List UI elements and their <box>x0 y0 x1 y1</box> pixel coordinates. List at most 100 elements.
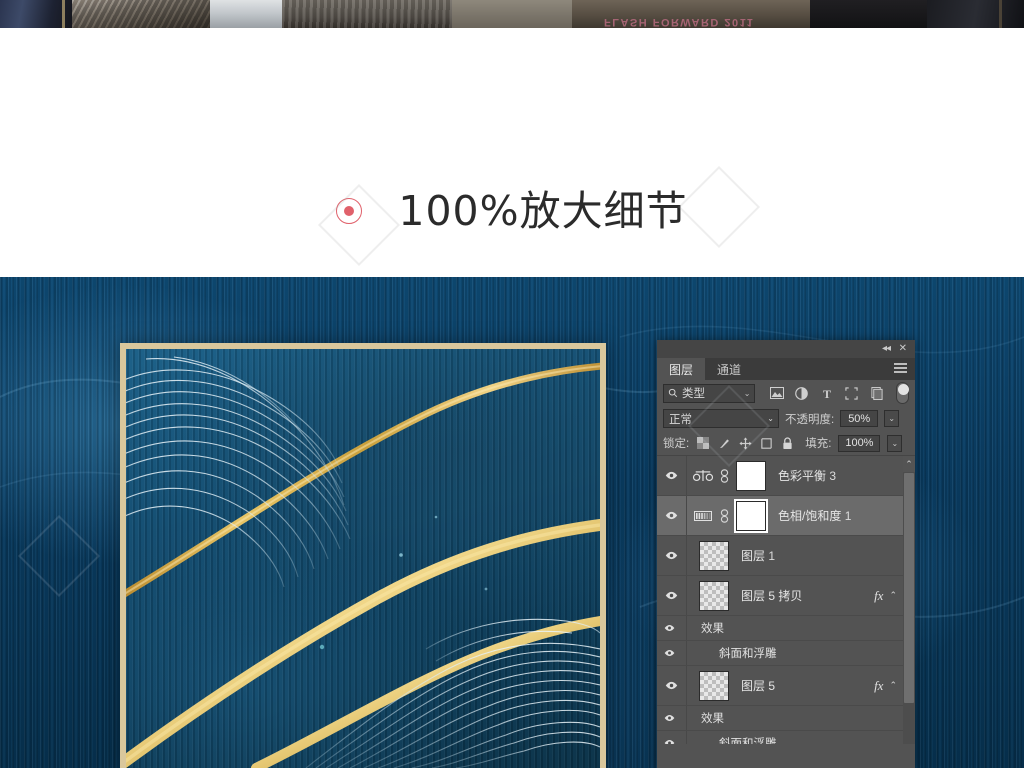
chevron-up-icon[interactable]: ⌃ <box>889 590 897 601</box>
canvas-artwork-strokes <box>126 356 600 768</box>
shape-layer-filter-icon[interactable] <box>844 386 859 401</box>
adjustment-layer-filter-icon[interactable] <box>794 386 809 401</box>
eye-icon <box>665 511 678 520</box>
chevron-up-icon[interactable]: ⌃ <box>903 456 915 472</box>
list-item[interactable]: 效果 <box>657 616 915 641</box>
effect-label: 斜面和浮雕 <box>719 738 777 744</box>
layer-visibility-toggle[interactable] <box>657 576 687 615</box>
opacity-label: 不透明度: <box>785 413 835 426</box>
chevron-up-icon[interactable]: ⌃ <box>889 680 897 691</box>
hamburger-menu-icon[interactable] <box>894 363 907 374</box>
photoshop-layers-panel[interactable]: ◂◂ ✕ 图层 通道 类型 ⌄ T 正常 ⌄ 不透明度: 50% ⌄ 锁定: 填… <box>657 340 915 768</box>
layer-visibility-toggle[interactable] <box>657 666 687 705</box>
effect-visibility-toggle[interactable] <box>657 731 687 744</box>
chevron-down-icon: ⌄ <box>767 414 774 423</box>
eye-icon <box>665 681 678 690</box>
target-dot-icon <box>336 198 363 224</box>
product-detail-page: FLASH FORWARD 2011 100%放大细节 ◂◂ ✕ 图层 通道 类… <box>0 0 1024 768</box>
artwork-detail-area: ◂◂ ✕ 图层 通道 类型 ⌄ T 正常 ⌄ 不透明度: 50% ⌄ 锁定: 填… <box>0 277 1024 768</box>
fill-input[interactable]: 100% <box>838 434 881 452</box>
filter-icon-group: T <box>769 386 884 401</box>
table-row[interactable]: 图层 1 <box>657 536 915 576</box>
list-item[interactable]: 斜面和浮雕 <box>657 641 915 666</box>
table-row[interactable]: 图层 5 fx ⌃ <box>657 666 915 706</box>
link-mask-icon[interactable] <box>718 508 730 523</box>
fx-icon: fx <box>874 587 884 603</box>
layer-thumbnail[interactable] <box>699 670 729 701</box>
tab-channels[interactable]: 通道 <box>705 358 753 380</box>
scrollbar-thumb[interactable] <box>904 473 914 703</box>
fx-icon: fx <box>874 677 884 693</box>
filter-type-select[interactable]: 类型 ⌄ <box>663 383 756 403</box>
effect-group-label: 效果 <box>701 623 724 635</box>
layer-thumbnail[interactable] <box>699 540 729 571</box>
eye-icon <box>664 714 674 722</box>
filter-enable-toggle[interactable] <box>896 382 910 404</box>
tab-layers[interactable]: 图层 <box>657 358 706 380</box>
eye-icon <box>664 649 674 657</box>
layer-visibility-toggle[interactable] <box>657 456 687 495</box>
fill-chevron-icon[interactable]: ⌄ <box>887 434 903 452</box>
layer-visibility-toggle[interactable] <box>657 496 687 535</box>
photo-segment-stone <box>72 0 210 28</box>
blend-mode-value: 正常 <box>669 413 692 426</box>
photo-segment-shadow <box>810 0 927 28</box>
layer-name: 色彩平衡 3 <box>778 469 837 483</box>
hue-saturation-gradient-icon <box>691 510 715 522</box>
table-row[interactable]: 色彩平衡 3 <box>657 456 915 496</box>
blend-mode-row: 正常 ⌄ 不透明度: 50% ⌄ <box>657 406 915 431</box>
list-item[interactable]: 效果 <box>657 706 915 731</box>
artwork-frame <box>120 343 606 768</box>
eye-icon <box>665 471 678 480</box>
photo-segment-mid <box>452 0 572 28</box>
artwork-canvas <box>126 349 600 768</box>
photo-segment-column <box>210 0 282 28</box>
layers-list[interactable]: 色彩平衡 3 色相/饱和度 1 图层 1 图层 5 拷贝 fx ⌃ 效果 斜面和… <box>657 455 915 744</box>
eye-icon <box>664 739 674 744</box>
effect-visibility-toggle[interactable] <box>657 641 687 665</box>
lock-all-icon[interactable] <box>780 436 794 450</box>
close-icon[interactable]: ✕ <box>899 343 907 355</box>
table-row[interactable]: 色相/饱和度 1 <box>657 496 915 536</box>
type-layer-filter-icon[interactable]: T <box>819 386 834 401</box>
link-mask-icon[interactable] <box>718 468 730 483</box>
pixel-layer-filter-icon[interactable] <box>769 386 784 401</box>
layer-name: 色相/饱和度 1 <box>778 509 852 523</box>
photo-edge-left <box>62 0 65 28</box>
search-icon <box>668 388 678 398</box>
effect-group-label: 效果 <box>701 713 724 725</box>
svg-text:T: T <box>823 387 831 400</box>
effects-visibility-toggle[interactable] <box>657 616 687 640</box>
layer-name: 图层 1 <box>741 549 776 563</box>
panel-tab-bar: 图层 通道 <box>657 358 915 380</box>
flash-forward-text: FLASH FORWARD 2011 <box>604 16 755 28</box>
photo-segment-wood <box>282 0 452 28</box>
table-row[interactable]: 图层 5 拷贝 fx ⌃ <box>657 576 915 616</box>
lock-image-pixels-icon[interactable] <box>717 436 731 450</box>
list-item[interactable]: 斜面和浮雕 <box>657 731 915 744</box>
lock-artboard-nesting-icon[interactable] <box>759 436 773 450</box>
chevron-down-icon: ⌄ <box>743 388 751 398</box>
double-chevron-left-icon[interactable]: ◂◂ <box>882 343 891 355</box>
layers-scrollbar[interactable]: ⌃ <box>903 456 915 744</box>
lock-row: 锁定: 填充: 100% ⌄ <box>657 431 915 455</box>
photo-edge-right <box>999 0 1002 28</box>
lock-label: 锁定: <box>663 438 690 450</box>
smart-object-filter-icon[interactable] <box>869 386 884 401</box>
section-heading-row: 100%放大细节 <box>0 178 1024 244</box>
effects-visibility-toggle[interactable] <box>657 706 687 730</box>
effect-label: 斜面和浮雕 <box>719 648 777 660</box>
layer-name: 图层 5 拷贝 <box>741 589 803 603</box>
lock-transparent-pixels-icon[interactable] <box>696 436 710 450</box>
color-balance-scales-icon <box>691 469 715 483</box>
lock-position-icon[interactable] <box>738 436 752 450</box>
layer-visibility-toggle[interactable] <box>657 536 687 575</box>
layer-mask-thumbnail[interactable] <box>736 500 766 531</box>
layer-filter-row: 类型 ⌄ T <box>657 380 915 406</box>
layer-thumbnail[interactable] <box>699 580 729 611</box>
opacity-input[interactable]: 50% <box>840 410 879 427</box>
layer-mask-thumbnail[interactable] <box>736 460 766 491</box>
blend-mode-select[interactable]: 正常 ⌄ <box>663 409 779 428</box>
opacity-chevron-icon[interactable]: ⌄ <box>884 410 900 427</box>
panel-title-bar: ◂◂ ✕ <box>657 340 915 358</box>
